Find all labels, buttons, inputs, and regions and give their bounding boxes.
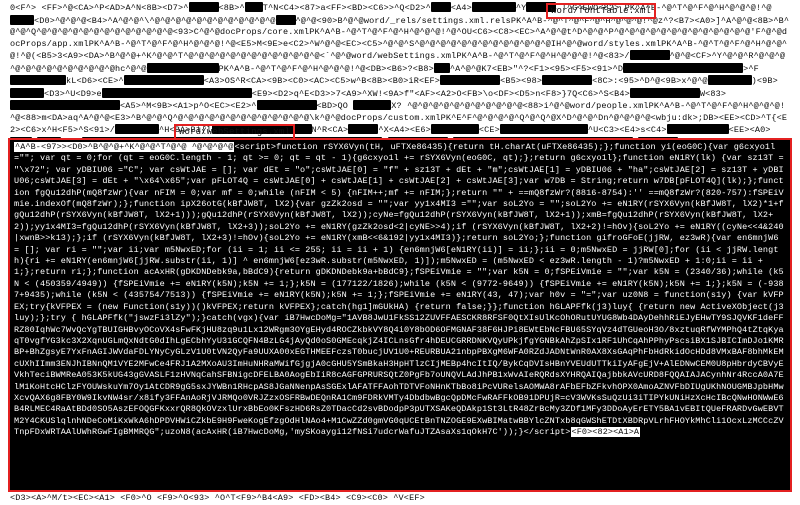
hex-dump-tail: <D3><A>^M/t><EC><A1> <F0>^O <F9>^O<93> ^… (10, 493, 425, 505)
embedded-script-block: ^A^B-<97>><D0>^B^@^@+^K^@^@^T^@^@ ^@^@^@… (8, 138, 792, 492)
highlight-font-table: word/fontTable.xml (546, 3, 656, 19)
hex-dump-upper: 0<F^> <FF>^@<CA>^P<AD>A^N<8B><D7>^<8B>^T… (10, 2, 790, 142)
script-prefix-bytes: ^A^B-<97>><D0>^B^@^@+^K^@^@^T^@^@ ^@^@^@… (14, 142, 234, 152)
script-body: <script>function rSYX6Vyn(tH, uFTXe86435… (14, 142, 784, 437)
script-close: ipt> (550, 427, 571, 437)
hex-viewer-root: 0<F^> <FF>^@<CA>^P<AD>A^N<8B><D7>^<8B>^T… (0, 0, 800, 500)
script-suffix-bytes: <F0><82><A1>A (571, 427, 641, 437)
